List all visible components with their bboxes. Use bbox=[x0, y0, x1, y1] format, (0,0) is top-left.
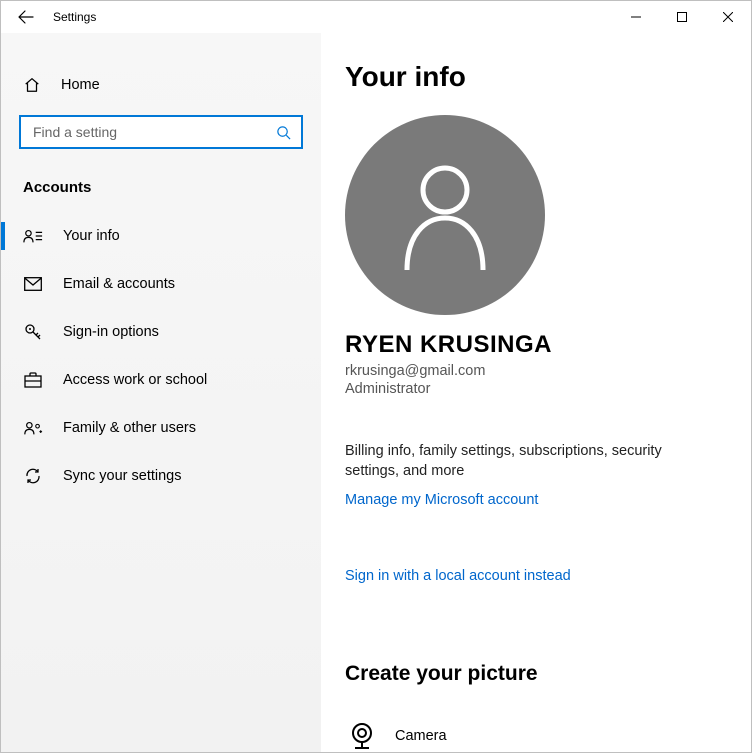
nav-signin-options[interactable]: Sign-in options bbox=[1, 308, 321, 356]
content-area: Your info RYEN KRUSINGA rkrusinga@gmail.… bbox=[321, 33, 751, 752]
nav-work-school[interactable]: Access work or school bbox=[1, 356, 321, 404]
minimize-icon bbox=[631, 12, 641, 22]
nav-label: Access work or school bbox=[63, 372, 207, 388]
sidebar: Home Accounts Your info bbox=[1, 33, 321, 752]
family-icon bbox=[23, 418, 43, 438]
camera-label: Camera bbox=[395, 728, 447, 744]
window-body: Home Accounts Your info bbox=[1, 33, 751, 752]
close-button[interactable] bbox=[705, 1, 751, 33]
back-arrow-icon bbox=[18, 9, 34, 25]
person-icon bbox=[395, 160, 495, 270]
home-icon bbox=[23, 76, 41, 94]
back-button[interactable] bbox=[5, 1, 47, 33]
nav-label: Your info bbox=[63, 228, 120, 244]
nav-email-accounts[interactable]: Email & accounts bbox=[1, 260, 321, 308]
settings-window: Settings Home bbox=[0, 0, 752, 753]
search-box[interactable] bbox=[19, 115, 303, 149]
picture-heading: Create your picture bbox=[345, 662, 717, 686]
billing-description: Billing info, family settings, subscript… bbox=[345, 441, 715, 482]
window-title: Settings bbox=[53, 10, 96, 24]
sync-icon bbox=[23, 466, 43, 486]
search-container bbox=[19, 115, 303, 149]
nav-sync[interactable]: Sync your settings bbox=[1, 452, 321, 500]
titlebar-left: Settings bbox=[1, 1, 96, 33]
briefcase-icon bbox=[23, 370, 43, 390]
nav-label: Sync your settings bbox=[63, 468, 181, 484]
minimize-button[interactable] bbox=[613, 1, 659, 33]
user-role: Administrator bbox=[345, 381, 717, 397]
window-controls bbox=[613, 1, 751, 33]
nav-list: Your info Email & accounts Sign-in optio… bbox=[1, 212, 321, 500]
nav-family-users[interactable]: Family & other users bbox=[1, 404, 321, 452]
home-label: Home bbox=[61, 77, 100, 93]
user-name: RYEN KRUSINGA bbox=[345, 331, 717, 359]
your-info-icon bbox=[23, 226, 43, 246]
maximize-button[interactable] bbox=[659, 1, 705, 33]
user-email: rkrusinga@gmail.com bbox=[345, 363, 717, 379]
camera-option[interactable]: Camera bbox=[345, 706, 717, 752]
local-account-link[interactable]: Sign in with a local account instead bbox=[345, 568, 717, 584]
camera-icon bbox=[345, 719, 379, 752]
titlebar: Settings bbox=[1, 1, 751, 33]
page-heading: Your info bbox=[345, 61, 717, 93]
key-icon bbox=[23, 322, 43, 342]
search-icon bbox=[276, 125, 291, 140]
category-title: Accounts bbox=[23, 179, 321, 196]
close-icon bbox=[723, 12, 733, 22]
nav-label: Sign-in options bbox=[63, 324, 159, 340]
search-input[interactable] bbox=[31, 123, 276, 141]
maximize-icon bbox=[677, 12, 687, 22]
user-avatar bbox=[345, 115, 545, 315]
nav-your-info[interactable]: Your info bbox=[1, 212, 321, 260]
email-icon bbox=[23, 274, 43, 294]
manage-account-link[interactable]: Manage my Microsoft account bbox=[345, 492, 717, 508]
nav-label: Family & other users bbox=[63, 420, 196, 436]
nav-label: Email & accounts bbox=[63, 276, 175, 292]
home-button[interactable]: Home bbox=[1, 65, 321, 105]
